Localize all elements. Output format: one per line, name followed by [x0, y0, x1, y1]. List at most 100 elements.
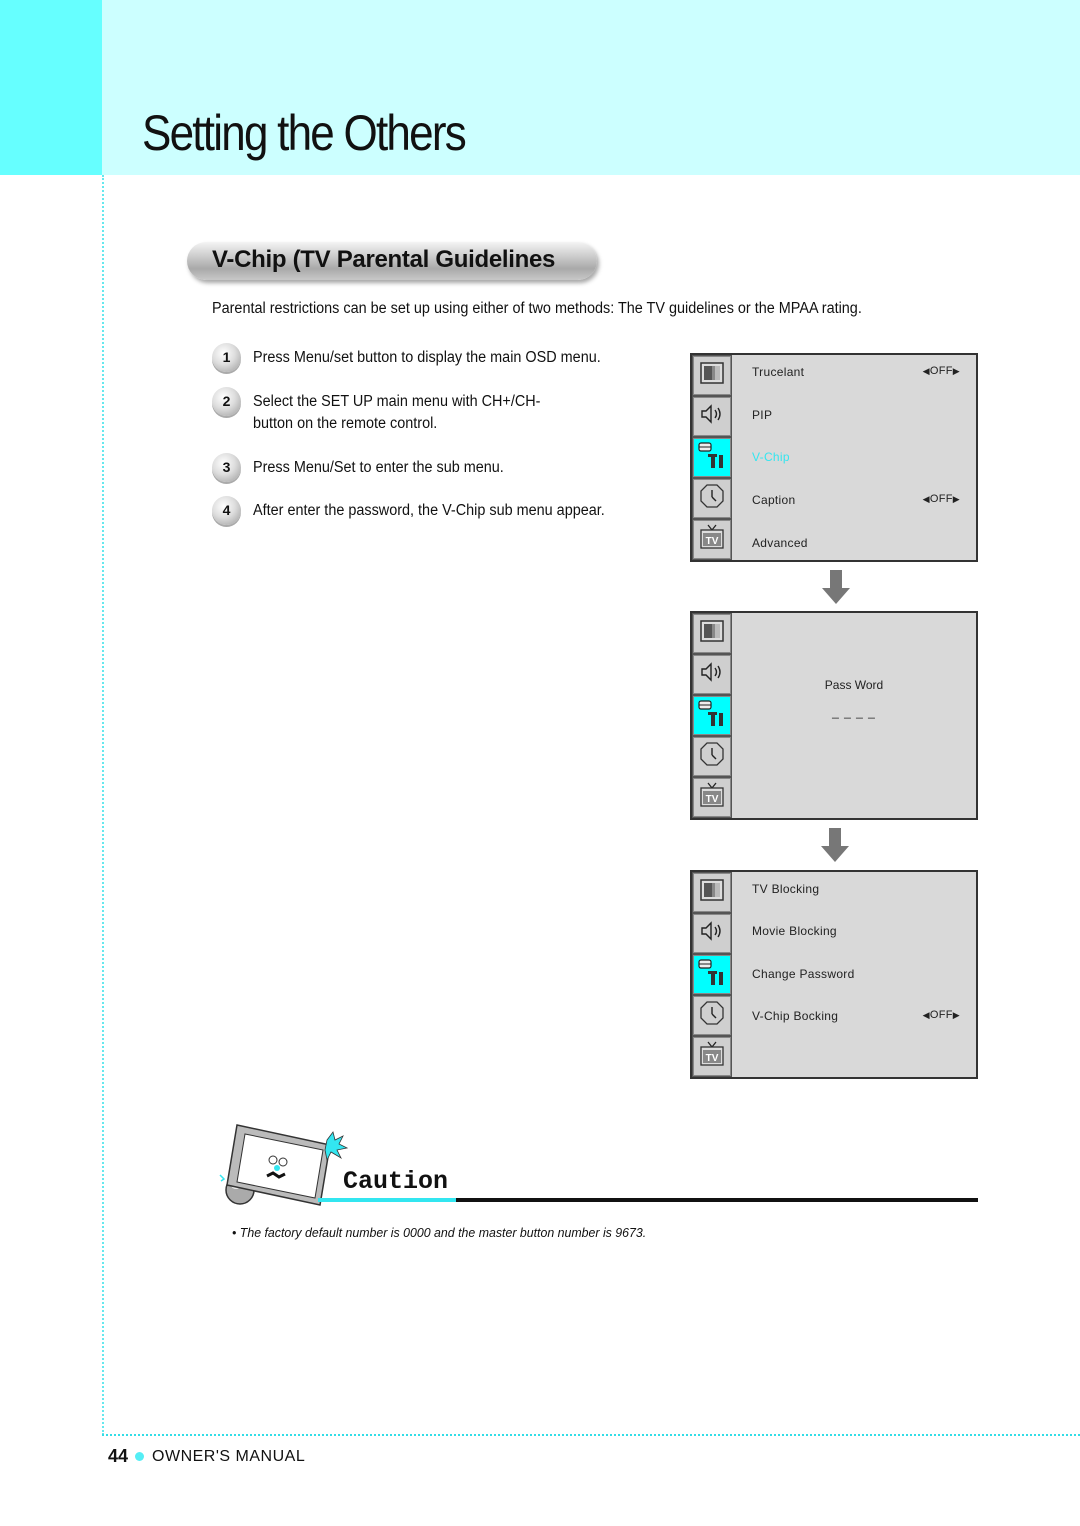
timer-clock-icon [700, 742, 724, 771]
picture-icon [700, 879, 724, 906]
item-value[interactable]: ◀OFF▶ [923, 365, 960, 377]
step-1: 1 Press Menu/set button to display the m… [212, 343, 627, 372]
svg-text:TV: TV [706, 1053, 719, 1064]
password-prompt: Pass Word [824, 678, 884, 692]
step-line: Press Menu/set button to display the mai… [253, 349, 601, 366]
arrow-left-icon: ◀ [922, 1010, 930, 1020]
item-value[interactable]: ◀OFF▶ [923, 493, 960, 505]
sound-icon [700, 662, 724, 687]
caution-tv-mascot-icon [219, 1124, 349, 1206]
step-line: After enter the password, the V-Chip sub… [253, 502, 605, 519]
step-text: Press Menu/set button to display the mai… [253, 347, 601, 369]
caution-note-text: The factory default number is 0000 and t… [239, 1225, 647, 1240]
caution-rule-accent [318, 1198, 456, 1202]
osd-menu-item-movie-blocking[interactable]: Movie Blocking [752, 924, 960, 944]
osd-menu-item-vchip[interactable]: V-Chip [752, 450, 960, 470]
osd-tab-setup-tools[interactable] [693, 696, 731, 735]
osd-menu-item-caption[interactable]: Caption ◀OFF▶ [752, 493, 960, 513]
intro-paragraph: Parental restrictions can be set up usin… [212, 300, 862, 317]
svg-text:TV: TV [706, 536, 719, 547]
setup-tools-icon [698, 440, 726, 475]
section-title: V-Chip (TV Parental Guidelines [212, 246, 556, 273]
item-label: Caption [752, 493, 796, 507]
osd-tab-tv[interactable]: TV [693, 778, 731, 817]
osd-menu-item-tv-blocking[interactable]: TV Blocking [752, 882, 960, 902]
sound-icon [700, 404, 724, 429]
osd-tab-picture[interactable] [693, 614, 731, 653]
caution-title: Caution [343, 1167, 449, 1196]
page-title: Setting the Others [142, 105, 467, 161]
picture-icon [700, 620, 724, 647]
down-arrow-icon [822, 570, 850, 604]
osd-menu-item-vchip-blocking[interactable]: V-Chip Bocking ◀OFF▶ [752, 1009, 960, 1029]
sound-icon [700, 921, 724, 946]
caution-rule [456, 1198, 978, 1202]
item-label: TV Blocking [752, 882, 820, 896]
tv-icon: TV [699, 524, 725, 555]
value-text: OFF [929, 365, 953, 377]
osd-menu-item-trucelant[interactable]: Trucelant ◀OFF▶ [752, 365, 960, 385]
osd-menu-item-change-password[interactable]: Change Password [752, 967, 960, 987]
item-label: PIP [752, 408, 773, 422]
osd-vchip-submenu: TV TV Blocking Movie Blocking Change Pas… [690, 870, 978, 1079]
arrow-right-icon: ▶ [952, 494, 960, 504]
footer-dot-icon [135, 1452, 145, 1461]
setup-tools-icon [698, 698, 726, 733]
osd-tab-sound[interactable] [693, 655, 731, 694]
tv-icon: TV [699, 1041, 725, 1072]
page-footer: 44 OWNER'S MANUAL [108, 1446, 305, 1467]
svg-text:TV: TV [706, 794, 719, 805]
step-3: 3 Press Menu/Set to enter the sub menu. [212, 453, 523, 482]
osd-tab-tv[interactable]: TV [693, 1037, 731, 1076]
step-text: Select the SET UP main menu with CH+/CH-… [253, 391, 540, 435]
arrow-right-icon: ▶ [952, 366, 960, 376]
osd-icon-column: TV [692, 613, 732, 818]
osd-tab-picture[interactable] [693, 356, 731, 395]
osd-tab-sound[interactable] [693, 914, 731, 953]
item-label: Advanced [752, 536, 808, 550]
picture-icon [700, 362, 724, 389]
step-number-badge: 3 [212, 453, 241, 482]
osd-tab-setup-tools[interactable] [693, 955, 731, 994]
osd-tab-picture[interactable] [693, 873, 731, 912]
osd-tab-sound[interactable] [693, 397, 731, 436]
osd-tab-timer-clock[interactable] [693, 737, 731, 776]
osd-icon-column: TV [692, 872, 732, 1077]
down-arrow-icon [821, 828, 849, 862]
footer-label: OWNER'S MANUAL [152, 1447, 306, 1465]
osd-tab-timer-clock[interactable] [693, 479, 731, 518]
step-2: 2 Select the SET UP main menu with CH+/C… [212, 387, 562, 435]
caution-note: • The factory default number is 0000 and… [232, 1225, 646, 1240]
item-label: V-Chip [752, 450, 790, 464]
step-text: After enter the password, the V-Chip sub… [253, 500, 605, 522]
step-line: Press Menu/Set to enter the sub menu. [253, 459, 504, 476]
osd-items: Trucelant ◀OFF▶ PIP V-Chip Caption ◀OFF▶… [732, 355, 976, 560]
step-text: Press Menu/Set to enter the sub menu. [253, 457, 504, 479]
step-number-badge: 2 [212, 387, 241, 416]
osd-items: Pass Word _ _ _ _ [732, 613, 976, 818]
page-frame-bottom [102, 1434, 1080, 1436]
osd-tab-timer-clock[interactable] [693, 996, 731, 1035]
setup-tools-icon [698, 957, 726, 992]
osd-menu-item-pip[interactable]: PIP [752, 408, 960, 428]
osd-tab-setup-tools[interactable] [693, 438, 731, 477]
value-text: OFF [929, 1009, 953, 1021]
step-line: Select the SET UP main menu with CH+/CH- [253, 393, 541, 410]
osd-setup-menu: TV Trucelant ◀OFF▶ PIP V-Chip Caption ◀O… [690, 353, 978, 562]
osd-icon-column: TV [692, 355, 732, 560]
value-text: OFF [929, 493, 953, 505]
timer-clock-icon [700, 484, 724, 513]
step-number-badge: 4 [212, 496, 241, 525]
header-tab [0, 0, 102, 175]
osd-tab-tv[interactable]: TV [693, 520, 731, 559]
item-value[interactable]: ◀OFF▶ [923, 1009, 960, 1021]
password-input[interactable]: _ _ _ _ [732, 705, 976, 719]
arrow-right-icon: ▶ [952, 1010, 960, 1020]
page-number: 44 [108, 1446, 129, 1466]
step-number-badge: 1 [212, 343, 241, 372]
arrow-left-icon: ◀ [922, 494, 930, 504]
osd-menu-item-advanced[interactable]: Advanced [752, 536, 960, 556]
item-label: Trucelant [752, 365, 805, 379]
item-label: Change Password [752, 967, 855, 981]
tv-icon: TV [699, 782, 725, 813]
